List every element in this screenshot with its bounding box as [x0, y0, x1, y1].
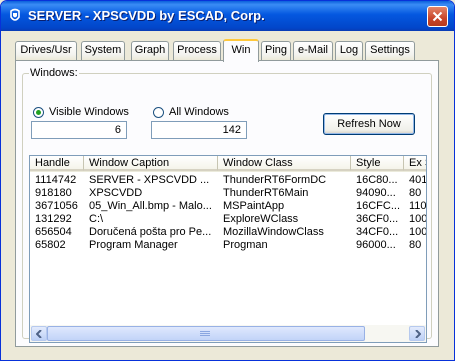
scroll-right-button[interactable]	[409, 326, 425, 341]
tab-settings[interactable]: Settings	[365, 41, 415, 60]
app-icon[interactable]	[8, 8, 22, 24]
tab-email[interactable]: e-Mail	[293, 41, 333, 60]
cell-caption: 05_Win_All.bmp - Malo...	[89, 200, 212, 212]
column-header-handle[interactable]: Handle	[30, 156, 84, 171]
cell-caption: SERVER - XPSCVDD ...	[89, 174, 210, 186]
scroll-grip	[200, 331, 210, 338]
cell-class: ExploreWClass	[223, 213, 299, 225]
table-row[interactable]: 131292 C:\ ExploreWClass 36CF0... 100	[30, 213, 426, 225]
cell-handle: 65802	[35, 239, 66, 251]
tab-ping[interactable]: Ping	[261, 41, 291, 60]
column-header-style[interactable]: Style	[351, 156, 404, 171]
scroll-left-icon	[36, 330, 42, 338]
cell-exstyle: 401	[409, 174, 426, 186]
tab-graph[interactable]: Graph	[131, 41, 169, 60]
cell-style: 96000...	[356, 239, 396, 251]
all-windows-label: All Windows	[169, 106, 229, 118]
column-header-exstyle[interactable]: Ex S	[404, 156, 426, 171]
cell-caption: Program Manager	[89, 239, 178, 251]
cell-class: MSPaintApp	[223, 200, 285, 212]
cell-style: 34CF0...	[356, 226, 399, 238]
windows-group-legend: Windows:	[30, 67, 78, 79]
table-row[interactable]: 656504 Doručená pošta pro Pe... MozillaW…	[30, 226, 426, 238]
close-icon	[432, 11, 443, 22]
radio-unselected-indicator	[153, 107, 164, 118]
tab-process[interactable]: Process	[173, 41, 221, 60]
windows-group: Windows: Visible Windows 6 All Windows 1…	[22, 67, 432, 343]
list-header: Handle Window Caption Window Class Style…	[30, 156, 426, 172]
cell-handle: 656504	[35, 226, 72, 238]
table-row[interactable]: 3671056 05_Win_All.bmp - Malo... MSPaint…	[30, 200, 426, 212]
all-windows-count: 142	[151, 121, 247, 139]
cell-exstyle: 110	[409, 200, 426, 212]
visible-windows-count: 6	[31, 121, 127, 139]
tab-drives-usr[interactable]: Drives/Usr	[15, 41, 77, 60]
cell-handle: 1114742	[35, 174, 77, 186]
scroll-right-icon	[415, 330, 421, 338]
cell-class: ThunderRT6FormDC	[223, 174, 327, 186]
tab-system[interactable]: System	[81, 41, 125, 60]
cell-handle: 918180	[35, 187, 72, 199]
tab-log[interactable]: Log	[335, 41, 363, 60]
scroll-thumb[interactable]	[47, 326, 365, 341]
table-row[interactable]: 1114742 SERVER - XPSCVDD ... ThunderRT6F…	[30, 174, 426, 186]
tab-win[interactable]: Win	[223, 39, 259, 62]
cell-handle: 131292	[35, 213, 72, 225]
main-window: SERVER - XPSCVDD by ESCAD, Corp. Drives/…	[0, 0, 455, 361]
title-bar[interactable]: SERVER - XPSCVDD by ESCAD, Corp.	[1, 1, 454, 31]
cell-style: 36CF0...	[356, 213, 399, 225]
scroll-left-button[interactable]	[31, 326, 47, 341]
radio-selected-indicator	[33, 107, 44, 118]
column-header-caption[interactable]: Window Caption	[84, 156, 218, 171]
cell-class: Progman	[223, 239, 268, 251]
window-title: SERVER - XPSCVDD by ESCAD, Corp.	[28, 8, 265, 23]
cell-exstyle: 80	[409, 239, 422, 251]
cell-handle: 3671056	[35, 200, 78, 212]
cell-style: 16C80...	[356, 174, 398, 186]
cell-exstyle: 100	[409, 213, 426, 225]
win-tab-panel: Windows: Visible Windows 6 All Windows 1…	[15, 60, 439, 347]
close-button[interactable]	[427, 6, 448, 27]
cell-exstyle: 80	[409, 187, 422, 199]
cell-class: MozillaWindowClass	[223, 226, 324, 238]
cell-style: 94090...	[356, 187, 396, 199]
cell-caption: Doručená pošta pro Pe...	[89, 226, 212, 238]
cell-style: 16CFC...	[356, 200, 401, 212]
visible-windows-label: Visible Windows	[49, 106, 129, 118]
windows-list[interactable]: Handle Window Caption Window Class Style…	[29, 155, 427, 343]
cell-caption: C:\	[89, 213, 104, 225]
table-row[interactable]: 918180 XPSCVDD ThunderRT6Main 94090... 8…	[30, 187, 426, 199]
refresh-now-button[interactable]: Refresh Now	[323, 113, 415, 135]
table-row[interactable]: 65802 Program Manager Progman 96000... 8…	[30, 239, 426, 251]
cell-class: ThunderRT6Main	[223, 187, 309, 199]
cell-exstyle: 100	[409, 226, 426, 238]
cell-caption: XPSCVDD	[89, 187, 143, 199]
horizontal-scrollbar[interactable]	[30, 325, 426, 342]
column-header-class[interactable]: Window Class	[218, 156, 351, 171]
